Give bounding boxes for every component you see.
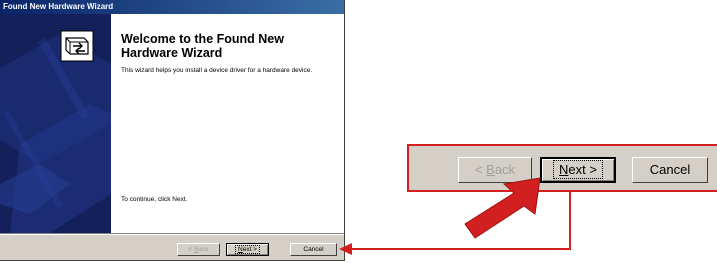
wizard-sidebar	[0, 14, 111, 233]
connector-arrow-icon	[339, 190, 571, 255]
hardware-box-icon	[60, 30, 94, 62]
zoom-callout-panel: < Back Next > Cancel	[407, 144, 717, 192]
zoom-cancel-button[interactable]: Cancel	[632, 157, 708, 183]
wizard-content: Welcome to the Found New Hardware Wizard…	[111, 14, 344, 233]
button-separator	[0, 233, 344, 235]
next-label-rest: ext >	[242, 246, 257, 253]
back-button[interactable]: < Back	[177, 243, 220, 256]
zoom-back-accelerator: B	[486, 162, 495, 177]
zoom-next-accelerator: N	[559, 162, 569, 177]
zoom-back-prefix: <	[474, 162, 487, 177]
wizard-window: Found New Hardware Wizard Welcome to the…	[0, 0, 345, 261]
title-bar: Found New Hardware Wizard	[0, 0, 344, 14]
zoom-next-label-rest: ext >	[568, 162, 597, 177]
zoom-back-button[interactable]: < Back	[458, 157, 532, 183]
continue-instruction: To continue, click Next.	[121, 196, 188, 203]
wizard-heading: Welcome to the Found New Hardware Wizard	[121, 32, 284, 60]
wizard-description: This wizard helps you install a device d…	[121, 67, 313, 74]
next-button[interactable]: Next >	[226, 243, 269, 256]
zoom-back-label-rest: ack	[494, 162, 516, 177]
back-label-rest: ack	[198, 246, 209, 253]
sidebar-artwork	[0, 14, 111, 233]
cancel-button[interactable]: Cancel	[290, 243, 337, 256]
zoom-next-button[interactable]: Next >	[540, 157, 616, 183]
